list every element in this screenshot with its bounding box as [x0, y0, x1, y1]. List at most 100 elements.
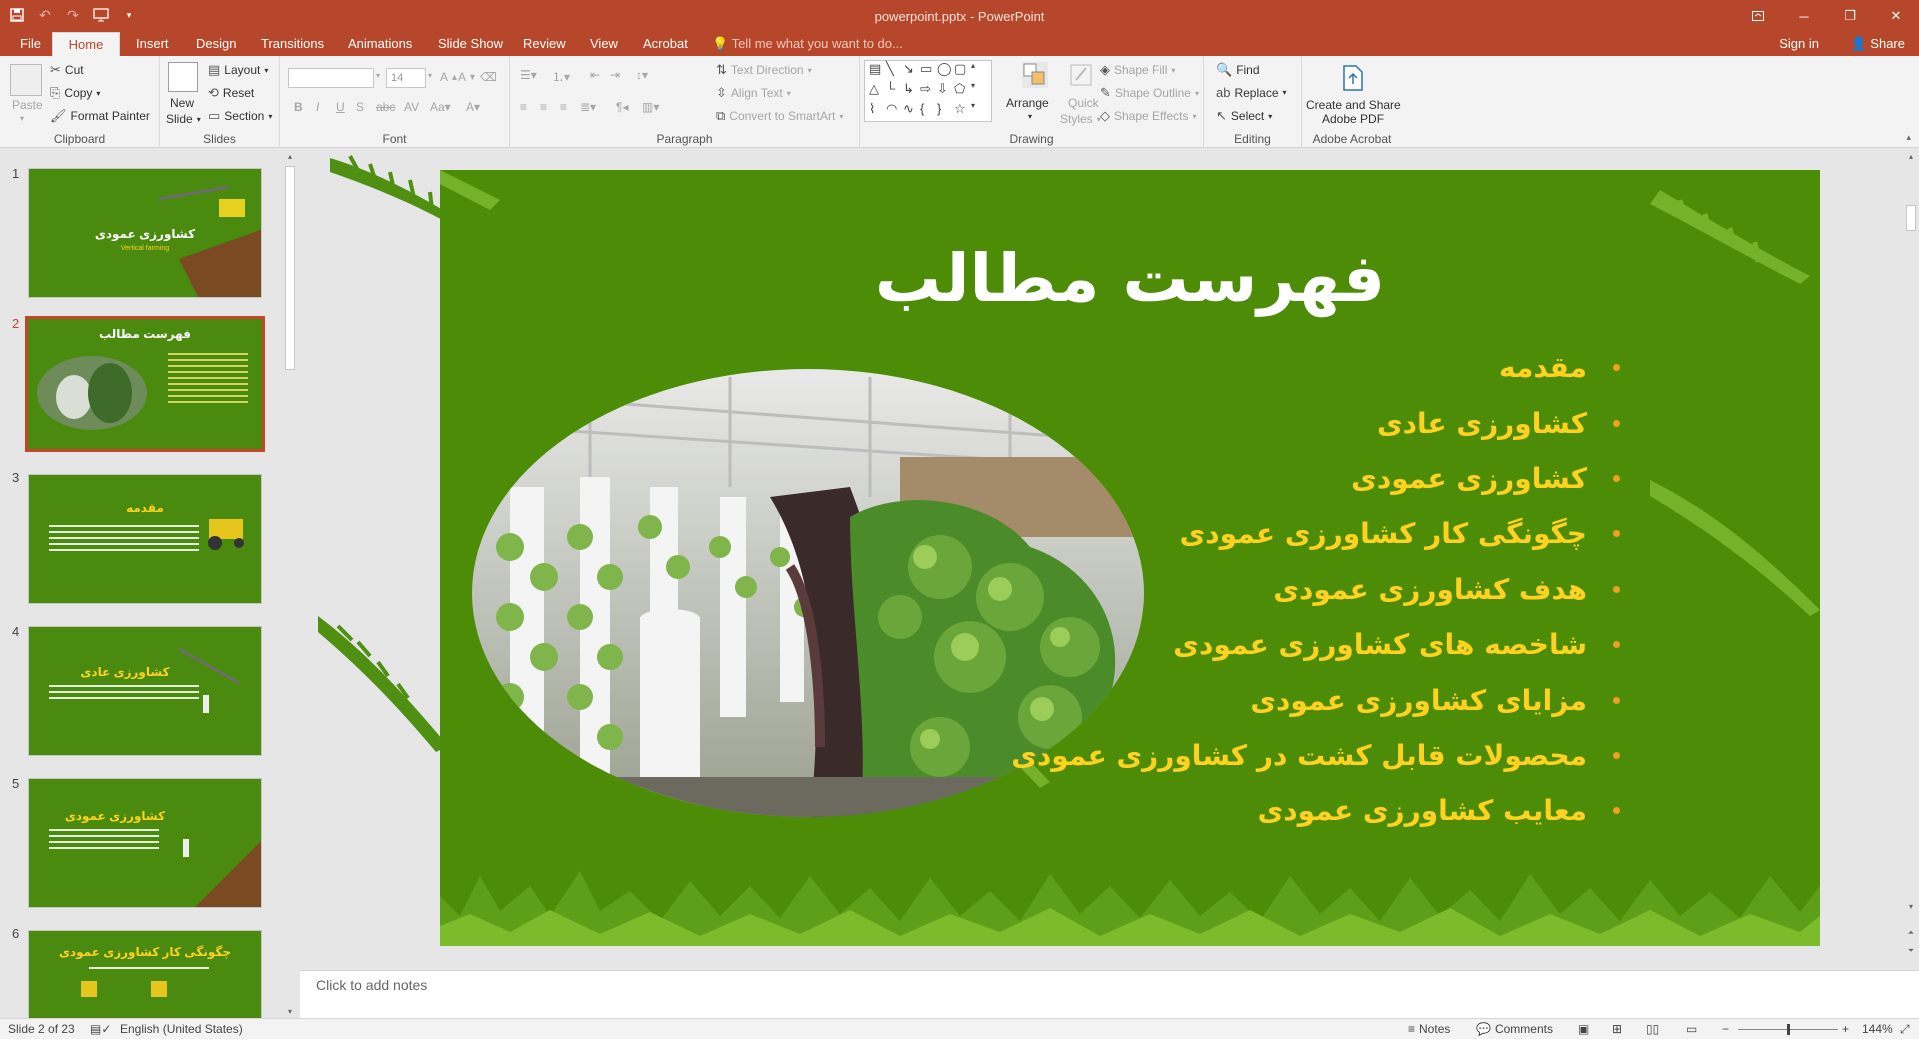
thumb-scroll-up-icon[interactable]: ▴: [285, 152, 295, 161]
justify-icon[interactable]: ≣▾: [580, 100, 596, 114]
convert-smartart-button[interactable]: ⧉ Convert to SmartArt ▾: [716, 108, 843, 124]
toc-item-8[interactable]: محصولات قابل کشت در کشاورزی عمودی: [1011, 728, 1620, 783]
numbering-icon[interactable]: ⒈▾: [552, 68, 570, 85]
toc-item-2[interactable]: کشاورزی عادی: [1060, 395, 1620, 450]
editor-scroll-down-icon[interactable]: ▾: [1905, 902, 1917, 911]
toc-item-4[interactable]: چگونگی کار کشاورزی عمودی: [1060, 506, 1620, 561]
tab-file[interactable]: File: [10, 32, 51, 56]
layout-button[interactable]: ▤ Layout ▾: [208, 62, 268, 78]
create-share-label-2[interactable]: Adobe PDF: [1322, 112, 1384, 126]
arc-shape-icon[interactable]: ◠: [886, 101, 903, 121]
oval-shape-icon[interactable]: ◯: [937, 61, 954, 81]
zoom-level[interactable]: 144%: [1862, 1022, 1893, 1036]
rounded-rect-shape-icon[interactable]: ▢: [954, 61, 971, 81]
toc-item-6[interactable]: شاخصه های کشاورزی عمودی: [1060, 617, 1620, 672]
paste-dropdown-icon[interactable]: ▾: [20, 114, 24, 123]
quick-styles-icon[interactable]: [1068, 62, 1094, 88]
normal-view-icon[interactable]: ▣: [1578, 1022, 1589, 1036]
language-indicator[interactable]: English (United States): [120, 1022, 243, 1036]
elbow-arrow-shape-icon[interactable]: ↳: [903, 81, 920, 101]
curve-shape-icon[interactable]: ⌇: [869, 101, 886, 121]
replace-button[interactable]: ab Replace ▾: [1216, 85, 1287, 100]
left-brace-shape-icon[interactable]: {: [920, 101, 937, 121]
tab-view[interactable]: View: [580, 32, 628, 56]
tab-acrobat[interactable]: Acrobat: [633, 32, 698, 56]
slide-thumbnail-3[interactable]: مقدمه: [28, 474, 262, 604]
toc-item-3[interactable]: کشاورزی عمودی: [1060, 451, 1620, 506]
copy-button[interactable]: ⎘ Copy ▾: [50, 85, 100, 101]
rtl-icon[interactable]: ¶◂: [616, 100, 628, 114]
thumbnail-scrollbar[interactable]: ▴ ▾: [282, 150, 298, 1018]
change-case-icon[interactable]: Aa▾: [430, 100, 451, 114]
create-pdf-icon[interactable]: [1340, 64, 1366, 92]
rectangle-shape-icon[interactable]: ▭: [920, 61, 937, 81]
cut-button[interactable]: ✂ Cut: [50, 62, 84, 78]
gallery-up-icon[interactable]: ▴: [971, 61, 988, 81]
tab-transitions[interactable]: Transitions: [251, 32, 334, 56]
toc-item-5[interactable]: هدف کشاورزی عمودی: [1060, 562, 1620, 617]
tell-me-search[interactable]: 💡 Tell me what you want to do...: [712, 32, 903, 56]
toc-item-9[interactable]: معایب کشاورزی عمودی: [1060, 783, 1620, 838]
down-arrow-shape-icon[interactable]: ⇩: [937, 81, 954, 101]
toc-list[interactable]: مقدمه کشاورزی عادی کشاورزی عمودی چگونگی …: [1011, 340, 1620, 839]
sign-in-link[interactable]: Sign in: [1779, 32, 1819, 56]
spell-check-icon[interactable]: ▤✓: [90, 1022, 111, 1036]
new-slide-icon[interactable]: [168, 62, 198, 92]
collapse-ribbon-icon[interactable]: ▴: [1906, 132, 1911, 143]
zoom-slider-thumb[interactable]: [1787, 1024, 1790, 1035]
tab-insert[interactable]: Insert: [126, 32, 179, 56]
increase-indent-icon[interactable]: ⇥: [610, 68, 620, 82]
align-right-icon[interactable]: ≡: [560, 100, 567, 114]
fit-slide-icon[interactable]: ⤢: [1900, 1022, 1910, 1037]
italic-icon[interactable]: I: [316, 100, 319, 114]
reading-view-icon[interactable]: ▯▯: [1646, 1022, 1659, 1036]
format-painter-button[interactable]: 🖌 Format Painter: [50, 108, 150, 124]
bold-icon[interactable]: B: [294, 100, 303, 114]
decrease-font-icon[interactable]: A ▾: [458, 70, 475, 84]
font-name-dropdown-icon[interactable]: ▾: [376, 71, 380, 80]
quick-styles-button[interactable]: Styles ▾: [1060, 112, 1101, 126]
shape-effects-button[interactable]: ◇ Shape Effects ▾: [1100, 108, 1197, 124]
tab-animations[interactable]: Animations: [338, 32, 422, 56]
notes-button[interactable]: ≡ Notes: [1408, 1022, 1450, 1036]
character-spacing-icon[interactable]: AV: [404, 100, 419, 114]
paste-button[interactable]: Paste: [12, 98, 43, 112]
gallery-down-icon[interactable]: ▾: [971, 81, 988, 101]
find-button[interactable]: 🔍 Find: [1216, 62, 1260, 78]
restore-icon[interactable]: ❐: [1827, 0, 1873, 32]
text-direction-button[interactable]: ⇅ Text Direction ▾: [716, 62, 812, 78]
columns-icon[interactable]: ▥▾: [642, 100, 659, 114]
previous-slide-icon[interactable]: ⏶: [1905, 928, 1917, 938]
slide-title[interactable]: فهرست مطالب: [440, 240, 1820, 317]
freeform-shape-icon[interactable]: ∿: [903, 101, 920, 121]
current-slide[interactable]: فهرست مطالب مقدمه کشاورزی عادی کشاورزی ع…: [440, 170, 1820, 946]
font-name-box[interactable]: [288, 68, 374, 88]
minimize-icon[interactable]: ─: [1781, 0, 1827, 32]
align-text-button[interactable]: ⇳ Align Text ▾: [716, 85, 791, 101]
slide-thumbnail-6[interactable]: چگونگی کار کشاورزی عمودی: [28, 930, 262, 1018]
triangle-shape-icon[interactable]: △: [869, 81, 886, 101]
textbox-shape-icon[interactable]: ▤: [869, 61, 886, 81]
align-left-icon[interactable]: ≡: [520, 100, 527, 114]
pentagon-shape-icon[interactable]: ⬠: [954, 81, 971, 101]
slide-thumbnail-5[interactable]: کشاورزی عمودی: [28, 778, 262, 908]
select-button[interactable]: ↖ Select ▾: [1216, 108, 1272, 124]
underline-icon[interactable]: U: [336, 100, 345, 114]
star-shape-icon[interactable]: ☆: [954, 101, 971, 121]
tab-home[interactable]: Home: [52, 32, 120, 56]
strikethrough-icon[interactable]: abc: [376, 100, 395, 114]
arrange-icon[interactable]: [1022, 62, 1048, 88]
line-spacing-icon[interactable]: ↕▾: [636, 68, 648, 82]
toc-item-1[interactable]: مقدمه: [1060, 340, 1620, 395]
slide-sorter-icon[interactable]: ⊞: [1612, 1022, 1622, 1036]
slide-thumbnail-4[interactable]: کشاورزی عادی: [28, 626, 262, 756]
zoom-out-icon[interactable]: −: [1722, 1022, 1729, 1036]
right-arrow-shape-icon[interactable]: ⇨: [920, 81, 937, 101]
line-shape-icon[interactable]: ╲: [886, 61, 903, 81]
font-size-box[interactable]: 14: [386, 68, 426, 88]
arrange-dropdown-icon[interactable]: ▾: [1028, 112, 1032, 121]
notes-placeholder[interactable]: Click to add notes: [316, 977, 427, 993]
new-slide-label-1[interactable]: New: [170, 96, 194, 110]
arrow-line-shape-icon[interactable]: ↘: [903, 61, 920, 81]
slide-thumbnail-1[interactable]: کشاورزی عمودی Vertical farming: [28, 168, 262, 298]
